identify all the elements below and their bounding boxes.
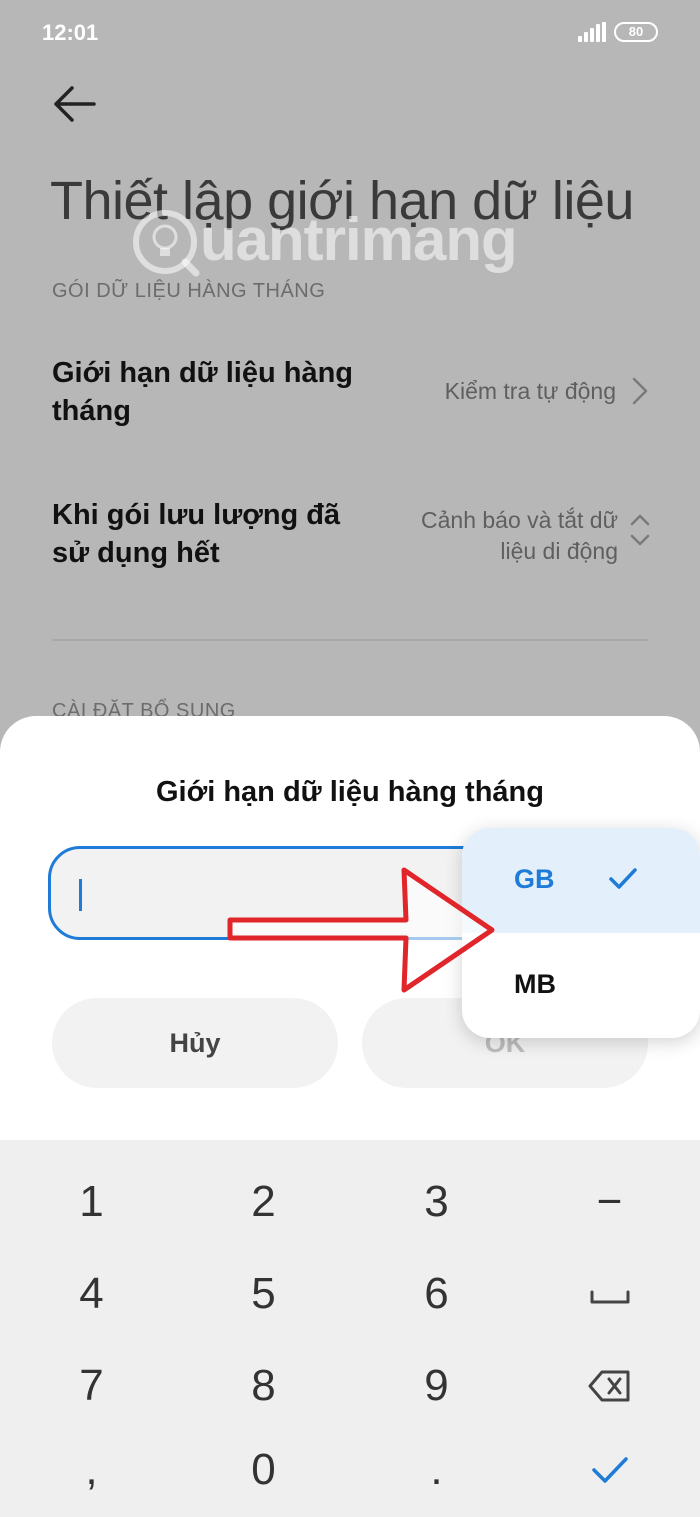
space-icon (590, 1290, 630, 1304)
key-2[interactable]: 2 (176, 1156, 351, 1248)
watermark-logo: uantrimang (130, 205, 550, 285)
key-period[interactable]: . (349, 1424, 524, 1516)
key-1[interactable]: 1 (4, 1156, 179, 1248)
section-label-monthly: GÓI DỮ LIỆU HÀNG THÁNG (52, 280, 326, 302)
unit-option-label: GB (514, 864, 555, 894)
key-done[interactable] (522, 1424, 697, 1516)
battery-icon: 80 (614, 22, 658, 42)
red-arrow-annotation (227, 867, 495, 993)
data-exhausted-value-line1: Cảnh báo và tắt dữ (421, 507, 618, 533)
key-3[interactable]: 3 (349, 1156, 524, 1248)
status-time: 12:01 (42, 20, 99, 45)
watermark-bulb-icon (133, 210, 200, 277)
key-4[interactable]: 4 (4, 1248, 179, 1340)
backspace-icon (588, 1370, 630, 1402)
watermark-text: uantrimang (200, 206, 518, 273)
back-arrow-icon[interactable] (52, 84, 98, 124)
key-0[interactable]: 0 (176, 1424, 351, 1516)
key-9[interactable]: 9 (349, 1340, 524, 1432)
monthly-limit-value: Kiểm tra tự động (444, 378, 616, 404)
chevron-right-icon (632, 377, 648, 405)
key-space[interactable] (522, 1248, 697, 1340)
chevron-up-down-icon (630, 514, 650, 546)
key-8[interactable]: 8 (176, 1340, 351, 1432)
key-5[interactable]: 5 (176, 1248, 351, 1340)
divider (52, 639, 648, 641)
key-comma[interactable]: , (4, 1424, 179, 1516)
key-backspace[interactable] (522, 1340, 697, 1432)
key-6[interactable]: 6 (349, 1248, 524, 1340)
key-minus[interactable]: − (522, 1156, 697, 1248)
battery-level: 80 (628, 24, 644, 39)
key-7[interactable]: 7 (4, 1340, 179, 1432)
data-exhausted-title: Khi gói lưu lượng đã sử dụng hết (52, 499, 341, 569)
status-bar: 12:01 80 (0, 0, 700, 66)
cancel-button[interactable]: Hủy (52, 998, 338, 1088)
dialog-title: Giới hạn dữ liệu hàng tháng (155, 776, 544, 808)
data-exhausted-value-line2: liệu di động (500, 538, 618, 564)
numeric-keyboard: 1 2 3 − 4 5 6 7 8 9 , 0 . (0, 1140, 700, 1517)
done-check-icon (592, 1457, 628, 1483)
unit-option-label: MB (514, 969, 556, 999)
signal-icon (578, 22, 606, 42)
monthly-limit-title: Giới hạn dữ liệu hàng tháng (52, 357, 354, 427)
data-exhausted-value: Cảnh báo và tắt dữ liệu di động (421, 505, 618, 567)
check-icon (609, 868, 637, 889)
text-caret (79, 879, 82, 911)
